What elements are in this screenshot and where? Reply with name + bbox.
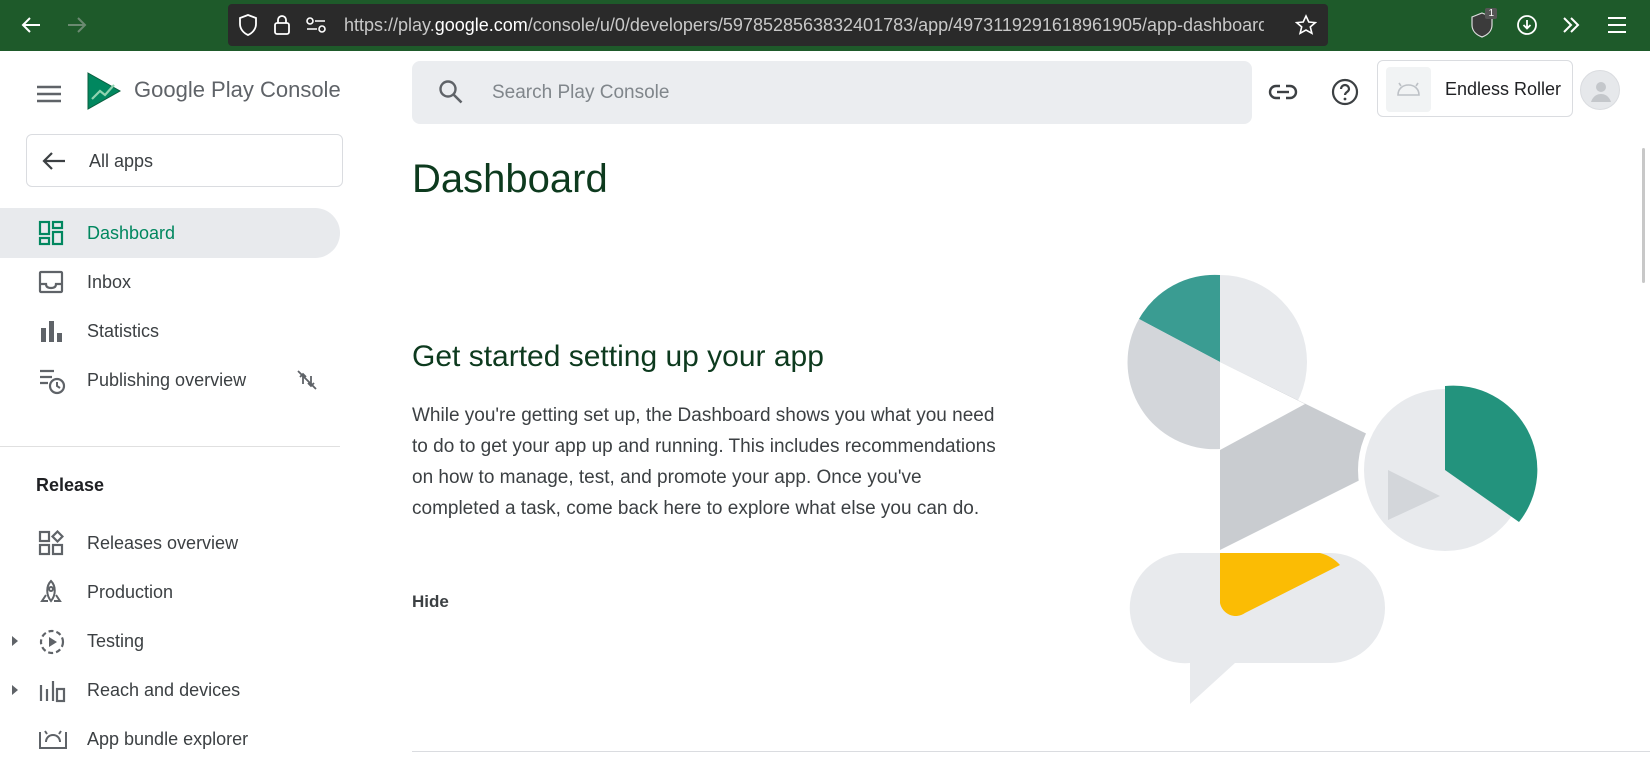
caret-right-icon[interactable] <box>10 683 22 697</box>
chevron-overflow-icon[interactable] <box>1556 10 1586 40</box>
all-apps-label: All apps <box>89 151 154 171</box>
reach-icon <box>38 677 66 705</box>
search-placeholder: Search Play Console <box>492 82 670 103</box>
download-icon[interactable] <box>1512 10 1542 40</box>
url-text: https://play.google.com/console/u/0/deve… <box>344 15 1264 35</box>
sidebar-section-release: Release <box>36 475 105 495</box>
dashboard-illustration <box>1110 270 1550 710</box>
sidebar-item-label: Publishing overview <box>87 370 247 390</box>
back-icon[interactable] <box>14 8 48 42</box>
hide-button[interactable]: Hide <box>412 592 449 612</box>
link-icon[interactable] <box>1266 75 1300 109</box>
sidebar-item-label: Releases overview <box>87 533 239 553</box>
sidebar-item-releases-overview[interactable]: Releases overview <box>0 518 340 568</box>
sidebar-item-label: Dashboard <box>87 223 176 243</box>
ublock-extension-icon[interactable]: 1 <box>1467 8 1497 40</box>
arrow-back-icon <box>41 148 67 174</box>
sidebar-item-inbox[interactable]: Inbox <box>0 257 340 307</box>
browser-toolbar: https://play.google.com/console/u/0/deve… <box>0 0 1650 51</box>
sidebar-divider <box>0 446 340 447</box>
browser-menu-icon[interactable] <box>1602 10 1632 40</box>
releases-overview-icon <box>38 529 66 558</box>
shield-icon[interactable] <box>236 13 260 37</box>
app-bundle-icon <box>38 726 67 754</box>
managed-publishing-off-icon[interactable] <box>296 369 318 391</box>
statistics-icon <box>38 318 66 346</box>
bookmark-star-icon[interactable] <box>1294 13 1318 37</box>
app-selector-button[interactable]: Endless Roller <box>1377 60 1573 117</box>
play-console-logo-icon <box>86 71 122 111</box>
production-icon <box>38 579 66 607</box>
testing-icon <box>38 628 66 656</box>
setup-card-body: While you're getting set up, the Dashboa… <box>412 405 996 519</box>
sidebar-item-label: Reach and devices <box>87 680 241 700</box>
scrollbar-thumb[interactable] <box>1642 148 1645 283</box>
setup-card-title: Get started setting up your app <box>412 340 824 373</box>
account-avatar[interactable] <box>1580 70 1620 110</box>
sidebar-item-label: App bundle explorer <box>87 729 249 749</box>
content-divider <box>412 751 1650 752</box>
sidebar-item-label: Production <box>87 582 174 602</box>
sidebar-item-statistics[interactable]: Statistics <box>0 306 340 356</box>
app-name: Endless Roller <box>1445 79 1562 99</box>
sidebar-item-dashboard[interactable]: Dashboard <box>0 208 340 258</box>
address-bar[interactable]: https://play.google.com/console/u/0/deve… <box>228 4 1328 46</box>
app-thumbnail <box>1386 67 1431 112</box>
permissions-icon[interactable] <box>304 13 328 37</box>
inbox-icon <box>38 269 66 297</box>
dashboard-icon <box>38 220 66 248</box>
help-icon[interactable] <box>1328 75 1362 109</box>
publishing-icon <box>38 367 66 395</box>
lock-icon[interactable] <box>270 13 294 37</box>
hamburger-menu-icon[interactable] <box>36 83 66 113</box>
caret-right-icon[interactable] <box>10 634 22 648</box>
sidebar-item-label: Testing <box>87 631 145 651</box>
search-bar[interactable]: Search Play Console <box>412 61 1252 124</box>
sidebar-item-app-bundle-explorer[interactable]: App bundle explorer <box>0 714 340 764</box>
sidebar: Google Play Console All apps Dashboard I… <box>0 51 345 773</box>
all-apps-button[interactable]: All apps <box>26 134 343 187</box>
extension-badge: 1 <box>1485 8 1497 19</box>
search-icon <box>438 79 466 107</box>
sidebar-item-label: Inbox <box>87 272 132 292</box>
sidebar-item-label: Statistics <box>87 321 160 341</box>
sidebar-item-reach-and-devices[interactable]: Reach and devices <box>0 665 340 715</box>
sidebar-item-production[interactable]: Production <box>0 567 340 617</box>
sidebar-item-publishing-overview[interactable]: Publishing overview <box>0 355 340 405</box>
page-title: Dashboard <box>412 157 608 201</box>
logo-text: Google Play Console <box>134 77 341 102</box>
forward-icon[interactable] <box>60 8 94 42</box>
sidebar-item-testing[interactable]: Testing <box>0 616 340 666</box>
